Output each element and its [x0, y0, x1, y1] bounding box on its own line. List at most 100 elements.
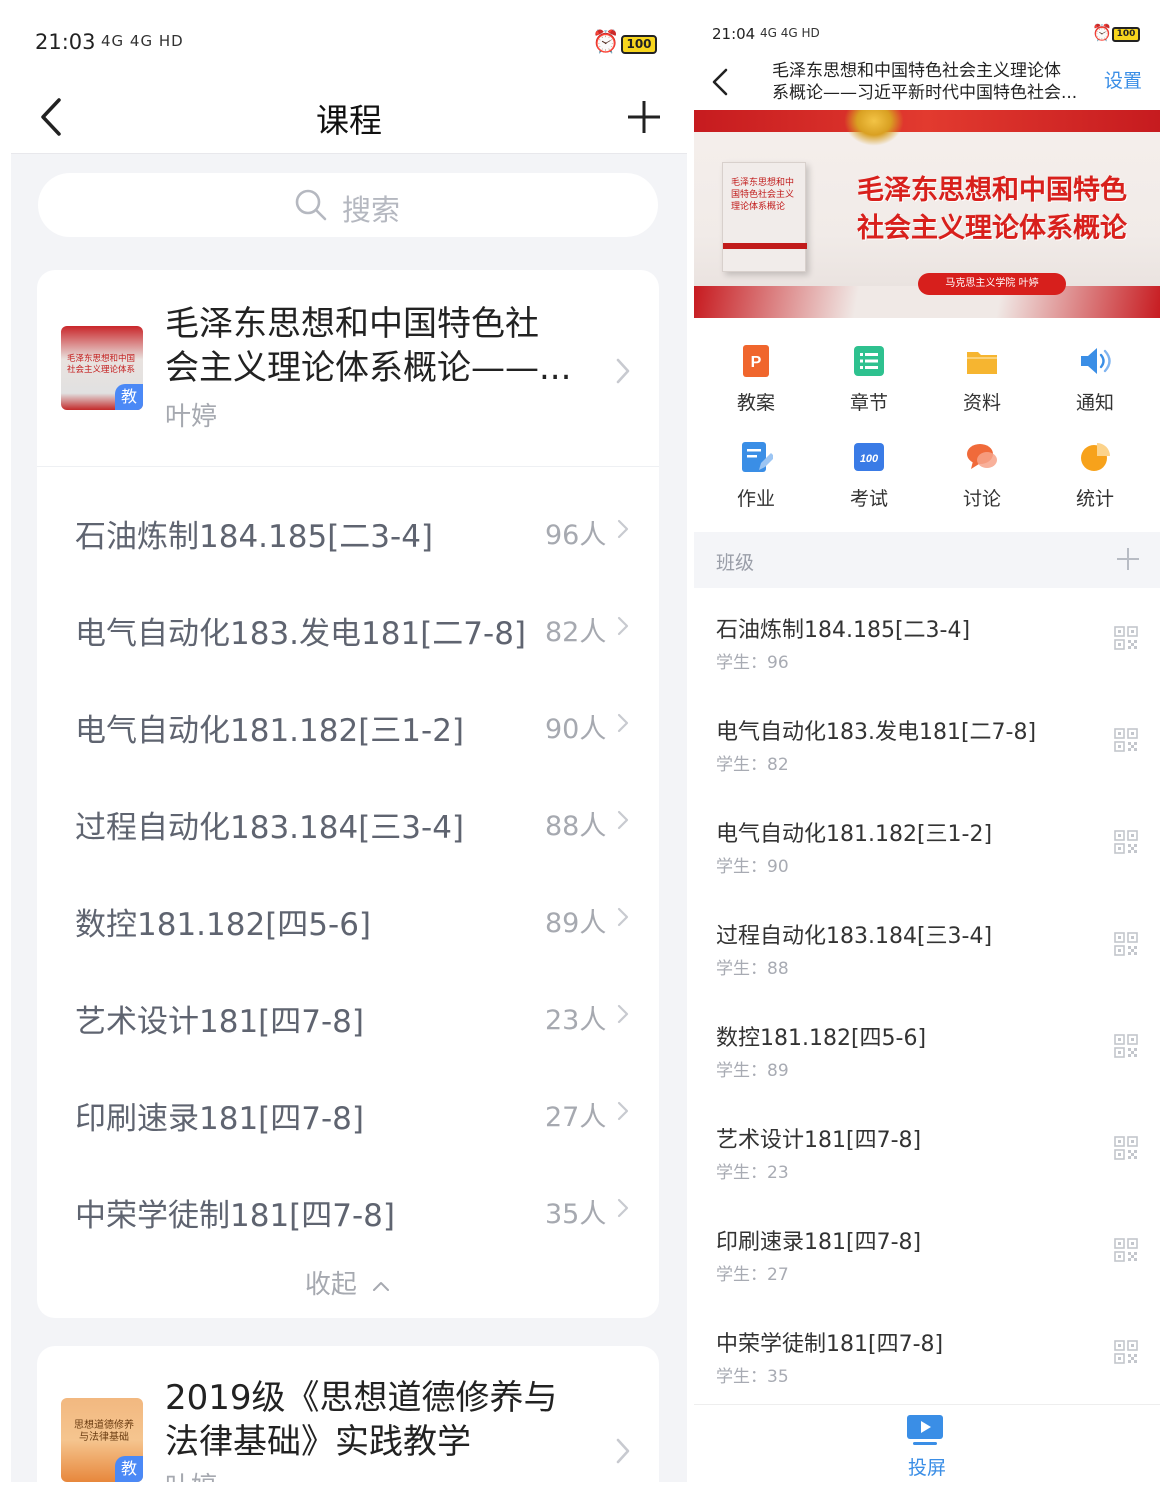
class-row[interactable]: 电气自动化183.发电181[二7-8] 82人: [37, 578, 659, 675]
chevron-right-icon[interactable]: [612, 354, 634, 388]
grid-item-materials[interactable]: 资料: [927, 336, 1037, 426]
class-name: 数控181.182[四5-6]: [75, 907, 372, 943]
grid-item-chapters[interactable]: 章节: [814, 336, 924, 426]
qr-code-icon[interactable]: [1114, 1238, 1138, 1262]
class-name: 印刷速录181[四7-8]: [75, 1101, 364, 1137]
student-count: 学生：27: [716, 1265, 789, 1285]
collapse-button[interactable]: 收起: [37, 1264, 659, 1301]
grid-label: 讨论: [962, 488, 1001, 510]
signal-indicator: 4G 4G HD: [760, 26, 820, 40]
grid-item-discussion[interactable]: 讨论: [927, 432, 1037, 522]
back-arrow-icon[interactable]: [706, 64, 736, 100]
class-row[interactable]: 电气自动化183.发电181[二7-8] 学生：82: [694, 692, 1160, 794]
class-count: 35人: [545, 1199, 607, 1230]
class-name: 艺术设计181[四7-8]: [716, 1128, 922, 1153]
class-row[interactable]: 中荣学徒制181[四7-8] 学生：35: [694, 1304, 1160, 1406]
class-name: 过程自动化183.184[三3-4]: [716, 924, 993, 949]
class-row[interactable]: 电气自动化181.182[三1-2] 学生：90: [694, 794, 1160, 896]
class-name: 中荣学徒制181[四7-8]: [75, 1198, 395, 1234]
qr-code-icon[interactable]: [1114, 728, 1138, 752]
status-bar: 21:03 4G 4G HD ⏰ 100: [11, 8, 687, 82]
grid-item-lesson-plan[interactable]: P 教案: [701, 336, 811, 426]
class-row[interactable]: 过程自动化183.184[三3-4] 学生：88: [694, 896, 1160, 998]
course-title: 毛泽东思想和中国特色社会主义理论体 系概论——习近平新时代中国特色社会...: [772, 60, 1084, 104]
course-teacher: 叶婷: [165, 402, 218, 432]
student-count: 学生：88: [716, 959, 789, 979]
class-count: 89人: [545, 908, 607, 939]
class-row[interactable]: 石油炼制184.185[二3-4] 学生：96: [694, 590, 1160, 692]
add-icon[interactable]: [621, 92, 667, 142]
course-detail-screen: 21:04 4G 4G HD ⏰ 100 毛泽东思想和中国特色社会主义理论体 系…: [694, 8, 1160, 1482]
class-row[interactable]: 数控181.182[四5-6] 89人: [37, 869, 659, 966]
add-class-icon[interactable]: [1114, 545, 1142, 573]
screen-cast-bar: 投屏: [694, 1404, 1160, 1482]
chevron-right-icon: [617, 810, 629, 830]
student-count: 学生：23: [716, 1163, 789, 1183]
list-icon: [854, 346, 884, 376]
course-card: 思想道德修养与法律基础 教 2019级《思想道德修养与 法律基础》实践教学 叶婷: [37, 1346, 659, 1482]
course-title[interactable]: 毛泽东思想和中国特色社 会主义理论体系概论——...: [165, 302, 605, 390]
grid-item-homework[interactable]: 作业: [701, 432, 811, 522]
class-name: 电气自动化183.发电181[二7-8]: [75, 616, 527, 652]
nav-bar: 课程: [11, 82, 687, 154]
class-count: 27人: [545, 1102, 607, 1133]
banner-author-pill: 马克思主义学院 叶婷: [918, 273, 1066, 295]
ppt-icon: P: [743, 345, 769, 377]
class-row[interactable]: 印刷速录181[四7-8] 27人: [37, 1063, 659, 1160]
grid-label: 作业: [736, 488, 775, 510]
cover-title: 毛泽东思想和中国社会主义理论体系: [67, 354, 136, 375]
class-row[interactable]: 石油炼制184.185[二3-4] 96人: [37, 481, 659, 578]
class-row[interactable]: 中荣学徒制181[四7-8] 35人: [37, 1160, 659, 1257]
course-title-line1: 2019级《思想道德修养与: [165, 1378, 558, 1418]
class-section-header: 班级: [694, 532, 1160, 588]
class-row[interactable]: 印刷速录181[四7-8] 学生：27: [694, 1202, 1160, 1304]
class-row[interactable]: 艺术设计181[四7-8] 学生：23: [694, 1100, 1160, 1202]
class-name: 电气自动化181.182[三1-2]: [716, 822, 993, 847]
class-count: 96人: [545, 520, 607, 551]
student-count: 学生：96: [716, 653, 789, 673]
grid-item-exam[interactable]: 100 考试: [814, 432, 924, 522]
qr-code-icon[interactable]: [1114, 830, 1138, 854]
speaker-icon: [1081, 348, 1111, 374]
emblem-icon: [844, 110, 904, 146]
student-count: 学生：89: [716, 1061, 789, 1081]
qr-code-icon[interactable]: [1114, 626, 1138, 650]
qr-code-icon[interactable]: [1114, 1340, 1138, 1364]
qr-code-icon[interactable]: [1114, 932, 1138, 956]
cover-title: 思想道德修养与法律基础: [74, 1420, 134, 1443]
chevron-right-icon: [617, 713, 629, 733]
grid-item-notice[interactable]: 通知: [1040, 336, 1150, 426]
settings-button[interactable]: 设置: [1104, 66, 1142, 93]
grid-label: 资料: [962, 392, 1001, 414]
course-cover[interactable]: 思想道德修养与法律基础 教: [61, 1398, 143, 1482]
banner-headline: 毛泽东思想和中国特色 社会主义理论体系概论: [842, 172, 1142, 248]
nav-bar: 毛泽东思想和中国特色社会主义理论体 系概论——习近平新时代中国特色社会... 设…: [694, 56, 1160, 108]
grid-label: 统计: [1075, 488, 1114, 510]
screen-cast-icon[interactable]: [905, 1413, 945, 1451]
chevron-right-icon[interactable]: [612, 1434, 634, 1468]
class-name: 数控181.182[四5-6]: [716, 1026, 927, 1051]
search-input[interactable]: 搜索: [38, 173, 658, 237]
grid-item-statistics[interactable]: 统计: [1040, 432, 1150, 522]
course-card: 毛泽东思想和中国社会主义理论体系 教 毛泽东思想和中国特色社 会主义理论体系概论…: [37, 270, 659, 1318]
grid-label: 考试: [849, 488, 888, 510]
course-banner: 毛泽东思想和中国特色社会主义理论体系概论 毛泽东思想和中国特色 社会主义理论体系…: [694, 110, 1160, 318]
class-count: 88人: [545, 811, 607, 842]
class-row[interactable]: 过程自动化183.184[三3-4] 88人: [37, 772, 659, 869]
collapse-label: 收起: [304, 1270, 357, 1300]
course-title-line1: 毛泽东思想和中国特色社会主义理论体: [772, 61, 1061, 81]
class-count: 90人: [545, 714, 607, 745]
course-cover[interactable]: 毛泽东思想和中国社会主义理论体系 教: [61, 326, 143, 410]
qr-code-icon[interactable]: [1114, 1136, 1138, 1160]
class-row[interactable]: 数控181.182[四5-6] 学生：89: [694, 998, 1160, 1100]
student-count: 学生：90: [716, 857, 789, 877]
divider: [37, 466, 659, 467]
qr-code-icon[interactable]: [1114, 1034, 1138, 1058]
search-icon: [295, 189, 327, 221]
screen-cast-label[interactable]: 投屏: [694, 1453, 1160, 1480]
course-title[interactable]: 2019级《思想道德修养与 法律基础》实践教学: [165, 1376, 605, 1464]
textbook-image: 毛泽东思想和中国特色社会主义理论体系概论: [722, 162, 807, 272]
class-row[interactable]: 艺术设计181[四7-8] 23人: [37, 966, 659, 1063]
exam-icon-text: 100: [860, 453, 879, 465]
class-row[interactable]: 电气自动化181.182[三1-2] 90人: [37, 675, 659, 772]
